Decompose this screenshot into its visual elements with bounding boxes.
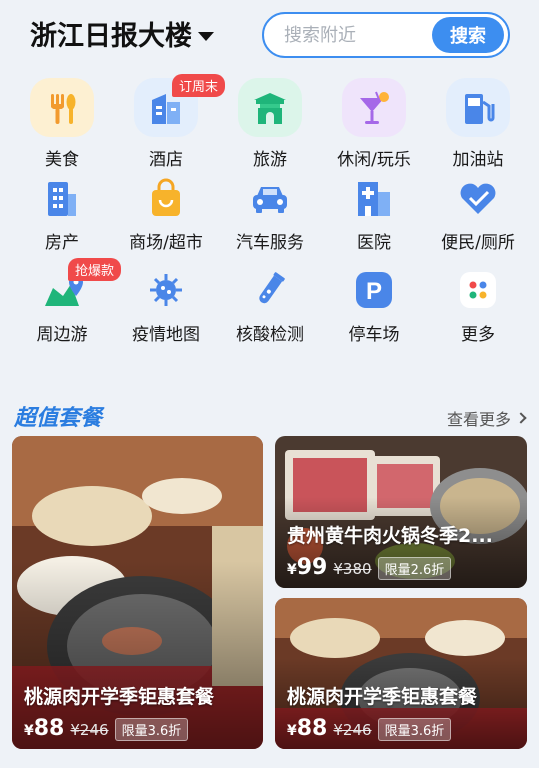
category-label: 停车场 xyxy=(348,325,400,345)
view-more-label: 查看更多 xyxy=(446,410,511,429)
category-label: 便民/厕所 xyxy=(441,233,515,253)
category-food[interactable]: 美食 xyxy=(10,78,114,170)
view-more-link[interactable]: 查看更多 xyxy=(446,406,527,430)
food-icon xyxy=(30,78,94,137)
deal-price: ¥88 xyxy=(24,716,65,741)
search-input[interactable] xyxy=(284,24,414,46)
price-row: ¥88 ¥246 限量3.6折 xyxy=(287,716,452,741)
parking-icon: P xyxy=(352,268,396,312)
discount-tag: 限量2.6折 xyxy=(377,557,452,580)
category-label: 美食 xyxy=(45,150,79,170)
category-label: 休闲/玩乐 xyxy=(337,150,411,170)
category-hospital[interactable]: 医院 xyxy=(322,170,426,262)
location-selector[interactable]: 浙江日报大楼 xyxy=(30,14,214,53)
discount-tag: 限量3.6折 xyxy=(114,718,189,741)
category-hotel[interactable]: 订周末 酒店 xyxy=(114,74,226,170)
deal-title: 贵州黄牛肉火锅冬季2... xyxy=(287,525,493,547)
discount-tag: 限量3.6折 xyxy=(377,718,452,741)
location-label: 浙江日报大楼 xyxy=(30,21,192,52)
category-label: 房产 xyxy=(45,233,79,253)
category-epidemic-map[interactable]: 疫情地图 xyxy=(114,262,218,354)
price-value: 88 xyxy=(33,716,65,741)
search-button[interactable]: 搜索 xyxy=(432,17,504,53)
deal-title: 桃源肉开学季钜惠套餐 xyxy=(287,686,478,708)
more-icon xyxy=(456,268,500,312)
original-price: ¥380 xyxy=(333,560,372,578)
category-label: 医院 xyxy=(357,233,391,253)
price-value: 99 xyxy=(296,555,328,580)
caret-down-icon xyxy=(198,32,214,41)
category-travel[interactable]: 旅游 xyxy=(218,78,322,170)
category-label: 商场/超市 xyxy=(129,233,203,253)
virus-icon xyxy=(144,268,188,312)
price-value: 88 xyxy=(296,716,328,741)
category-gas[interactable]: 加油站 xyxy=(426,78,530,170)
original-price: ¥246 xyxy=(333,721,372,739)
shopping-bag-icon xyxy=(144,176,188,220)
category-label: 酒店 xyxy=(149,150,183,170)
travel-icon xyxy=(238,78,302,137)
gas-station-icon xyxy=(446,78,510,137)
category-grid: 美食 订周末 酒店 旅游 休闲/玩乐 加油站 房产 商场/超市 汽车服务 医院 … xyxy=(10,74,530,354)
price-row: ¥88 ¥246 限量3.6折 xyxy=(24,716,189,741)
section-title: 超值套餐 xyxy=(14,406,103,431)
handshake-icon xyxy=(456,176,500,220)
cocktail-icon xyxy=(342,78,406,137)
deal-title: 桃源肉开学季钜惠套餐 xyxy=(24,686,215,708)
category-auto[interactable]: 汽车服务 xyxy=(218,170,322,262)
hospital-icon xyxy=(352,176,396,220)
deal-price: ¥99 xyxy=(287,555,328,580)
svg-text:P: P xyxy=(366,278,382,305)
building-icon xyxy=(40,176,84,220)
category-label: 核酸检测 xyxy=(236,325,304,345)
category-leisure[interactable]: 休闲/玩乐 xyxy=(322,78,426,170)
category-more[interactable]: 更多 xyxy=(426,262,530,354)
chevron-right-icon xyxy=(515,412,527,424)
category-label: 加油站 xyxy=(452,150,504,170)
deal-card[interactable]: 桃源肉开学季钜惠套餐 ¥88 ¥246 限量3.6折 xyxy=(12,436,263,749)
price-row: ¥99 ¥380 限量2.6折 xyxy=(287,555,452,580)
header: 浙江日报大楼 搜索 xyxy=(0,0,539,68)
search-box: 搜索 xyxy=(262,12,510,58)
original-price: ¥246 xyxy=(70,721,109,739)
category-nucleic-test[interactable]: 核酸检测 xyxy=(218,262,322,354)
deal-card[interactable]: 贵州黄牛肉火锅冬季2... ¥99 ¥380 限量2.6折 xyxy=(275,436,527,588)
deal-price: ¥88 xyxy=(287,716,328,741)
category-parking[interactable]: P 停车场 xyxy=(322,262,426,354)
category-label: 周边游 xyxy=(36,325,88,345)
category-real-estate[interactable]: 房产 xyxy=(10,170,114,262)
car-icon xyxy=(248,176,292,220)
category-label: 汽车服务 xyxy=(236,233,304,253)
test-tube-icon xyxy=(248,268,292,312)
category-mall[interactable]: 商场/超市 xyxy=(114,170,218,262)
deal-card[interactable]: 桃源肉开学季钜惠套餐 ¥88 ¥246 限量3.6折 xyxy=(275,598,527,749)
category-label: 更多 xyxy=(461,325,495,345)
category-nearby-trip[interactable]: 抢爆款 周边游 xyxy=(10,258,122,354)
category-convenience[interactable]: 便民/厕所 xyxy=(426,170,530,262)
category-label: 疫情地图 xyxy=(132,325,200,345)
category-label: 旅游 xyxy=(253,150,287,170)
